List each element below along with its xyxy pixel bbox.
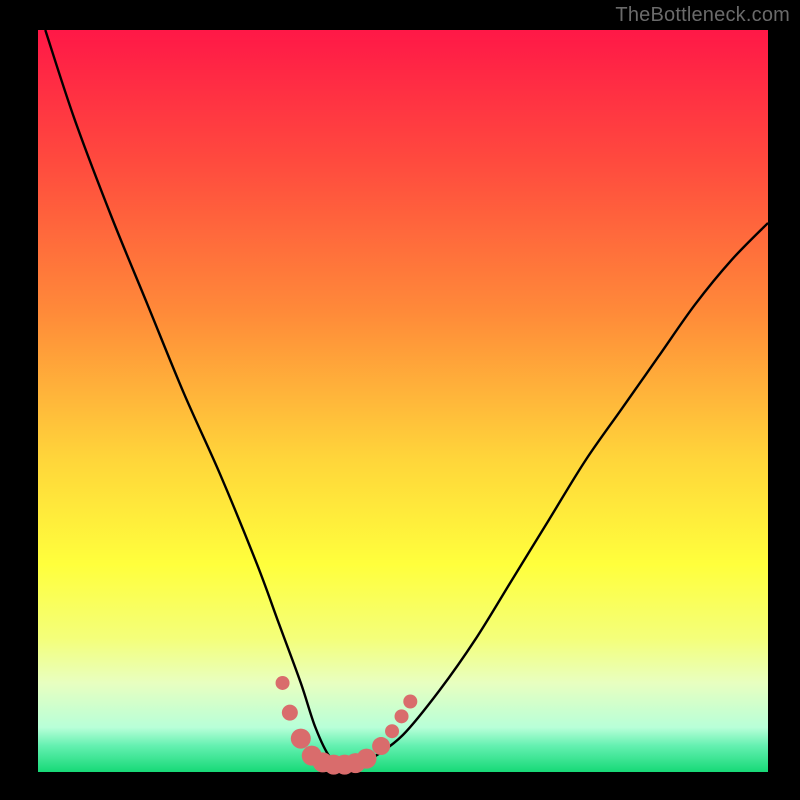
marker-point xyxy=(395,709,409,723)
marker-point xyxy=(372,737,390,755)
bottleneck-chart xyxy=(0,0,800,800)
marker-point xyxy=(291,729,311,749)
marker-point xyxy=(276,676,290,690)
marker-point xyxy=(403,695,417,709)
marker-point xyxy=(385,724,399,738)
plot-background xyxy=(38,30,768,772)
marker-point xyxy=(282,705,298,721)
marker-point xyxy=(357,749,377,769)
chart-frame: TheBottleneck.com xyxy=(0,0,800,800)
